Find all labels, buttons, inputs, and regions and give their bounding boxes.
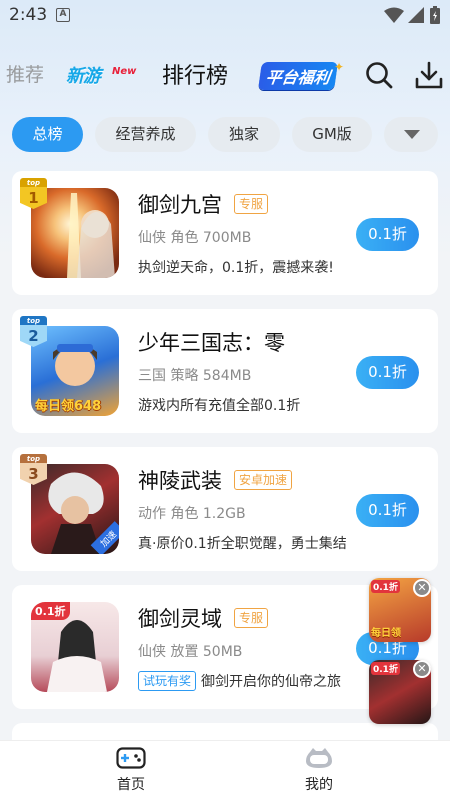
close-icon: ✕	[417, 662, 427, 675]
signal-icon	[408, 7, 424, 23]
rank-number: 2	[20, 325, 47, 347]
game-card[interactable]: 加速 top 3 神陵武装 安卓加速 动作 角色 1.2GB 真·原价0.1折全…	[12, 447, 438, 571]
rank-badge: top 2	[20, 316, 47, 350]
top-nav: 推荐 新游 New 排行榜 平台福利 ✦	[0, 52, 450, 98]
battery-icon	[430, 6, 440, 24]
icon-caption: 0.1折	[31, 602, 70, 620]
nav-home-label: 首页	[117, 777, 145, 793]
profile-icon	[306, 748, 332, 768]
game-card[interactable]: top 1 御剑九宫 专服 仙侠 角色 700MB 执剑逆天命，0.1折，震撼来…	[12, 171, 438, 295]
icon-caption: 每日领648	[35, 399, 102, 414]
game-meta: 仙侠 角色 700MB	[138, 230, 252, 246]
chip-exclusive[interactable]: 独家	[208, 117, 280, 152]
game-meta: 动作 角色 1.2GB	[138, 506, 246, 522]
chip-all[interactable]: 总榜	[12, 117, 83, 152]
close-icon: ✕	[417, 581, 427, 594]
game-tag: 安卓加速	[234, 470, 293, 490]
game-icon: 0.1折	[31, 602, 119, 692]
ad-badge: 0.1折	[371, 662, 400, 675]
nav-home[interactable]: 首页	[86, 747, 176, 794]
game-title: 神陵武装	[138, 469, 222, 493]
tab-new-games[interactable]: 新游	[66, 62, 101, 88]
game-tag: 专服	[234, 608, 269, 628]
game-title: 御剑灵域	[138, 607, 222, 631]
tab-platform-welfare[interactable]: 平台福利	[258, 62, 338, 90]
tab-recommend[interactable]: 推荐	[6, 60, 44, 87]
download-icon[interactable]	[414, 60, 444, 90]
discount-button[interactable]: 0.1折	[356, 356, 419, 389]
rank-number: 3	[20, 463, 47, 485]
expand-categories-button[interactable]	[384, 117, 438, 152]
game-card[interactable]: 每日领648 top 2 少年三国志：零 三国 策略 584MB 游戏内所有充值…	[12, 309, 438, 433]
game-meta: 三国 策略 584MB	[138, 368, 252, 384]
chevron-down-icon	[404, 130, 420, 139]
nav-mine-label: 我的	[305, 777, 333, 793]
game-tag: 专服	[234, 194, 269, 214]
ad-caption: 每日领	[371, 628, 401, 639]
game-desc: 御剑开启你的仙帝之旅	[201, 674, 341, 690]
close-ad-button[interactable]: ✕	[413, 579, 431, 597]
notification-icon: A	[56, 8, 70, 22]
close-ad-button[interactable]: ✕	[413, 660, 431, 678]
discount-button[interactable]: 0.1折	[356, 218, 419, 251]
game-title: 少年三国志：零	[138, 331, 285, 355]
status-time: 2:43	[9, 5, 48, 25]
game-desc: 执剑逆天命，0.1折，震撼来袭!	[138, 260, 334, 276]
chip-gm[interactable]: GM版	[292, 117, 372, 152]
sparkle-icon: ✦	[334, 60, 345, 74]
nav-mine[interactable]: 我的	[274, 747, 364, 794]
rank-top-label: top	[20, 316, 47, 326]
game-desc: 真·原价0.1折全职觉醒，勇士集结	[138, 536, 347, 552]
rank-top-label: top	[20, 454, 47, 464]
gamepad-icon	[116, 747, 146, 769]
new-badge: New	[112, 66, 137, 77]
rank-top-label: top	[20, 178, 47, 188]
rank-number: 1	[20, 187, 47, 209]
wifi-icon	[384, 7, 404, 23]
discount-button[interactable]: 0.1折	[356, 494, 419, 527]
ad-badge: 0.1折	[371, 580, 400, 593]
chip-management[interactable]: 经营养成	[95, 117, 196, 152]
game-desc: 游戏内所有充值全部0.1折	[138, 398, 301, 414]
rank-badge: top 3	[20, 454, 47, 488]
bottom-nav: 首页 我的	[0, 740, 450, 800]
rank-badge: top 1	[20, 178, 47, 212]
status-bar: 2:43 A	[0, 0, 450, 32]
search-icon[interactable]	[364, 60, 394, 90]
category-chips: 总榜 经营养成 独家 GM版	[12, 117, 442, 153]
game-meta: 仙侠 放置 50MB	[138, 644, 243, 660]
trial-reward-badge: 试玩有奖	[138, 671, 197, 691]
game-title: 御剑九宫	[138, 193, 222, 217]
tab-ranking[interactable]: 排行榜	[162, 58, 228, 90]
